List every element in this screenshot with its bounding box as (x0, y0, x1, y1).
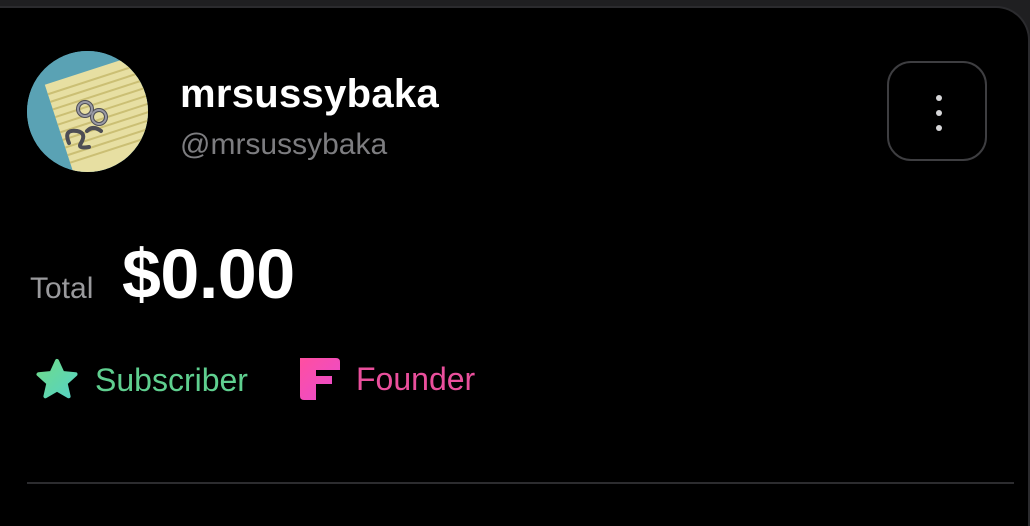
subscriber-label: Subscriber (95, 361, 248, 398)
display-name: mrsussybaka (180, 72, 440, 116)
divider (27, 482, 1014, 484)
founder-f-icon (296, 356, 342, 402)
more-vertical-icon (936, 95, 942, 131)
total-amount: $0.00 (122, 235, 295, 313)
avatar-image (27, 51, 148, 172)
total-label: Total (30, 272, 94, 305)
username-handle: @mrsussybaka (180, 128, 388, 161)
star-icon (33, 356, 81, 404)
subscriber-badge: Subscriber (33, 356, 248, 404)
more-options-button[interactable] (887, 61, 987, 161)
avatar[interactable] (27, 51, 148, 172)
founder-label: Founder (356, 360, 476, 397)
founder-badge: Founder (296, 356, 475, 402)
